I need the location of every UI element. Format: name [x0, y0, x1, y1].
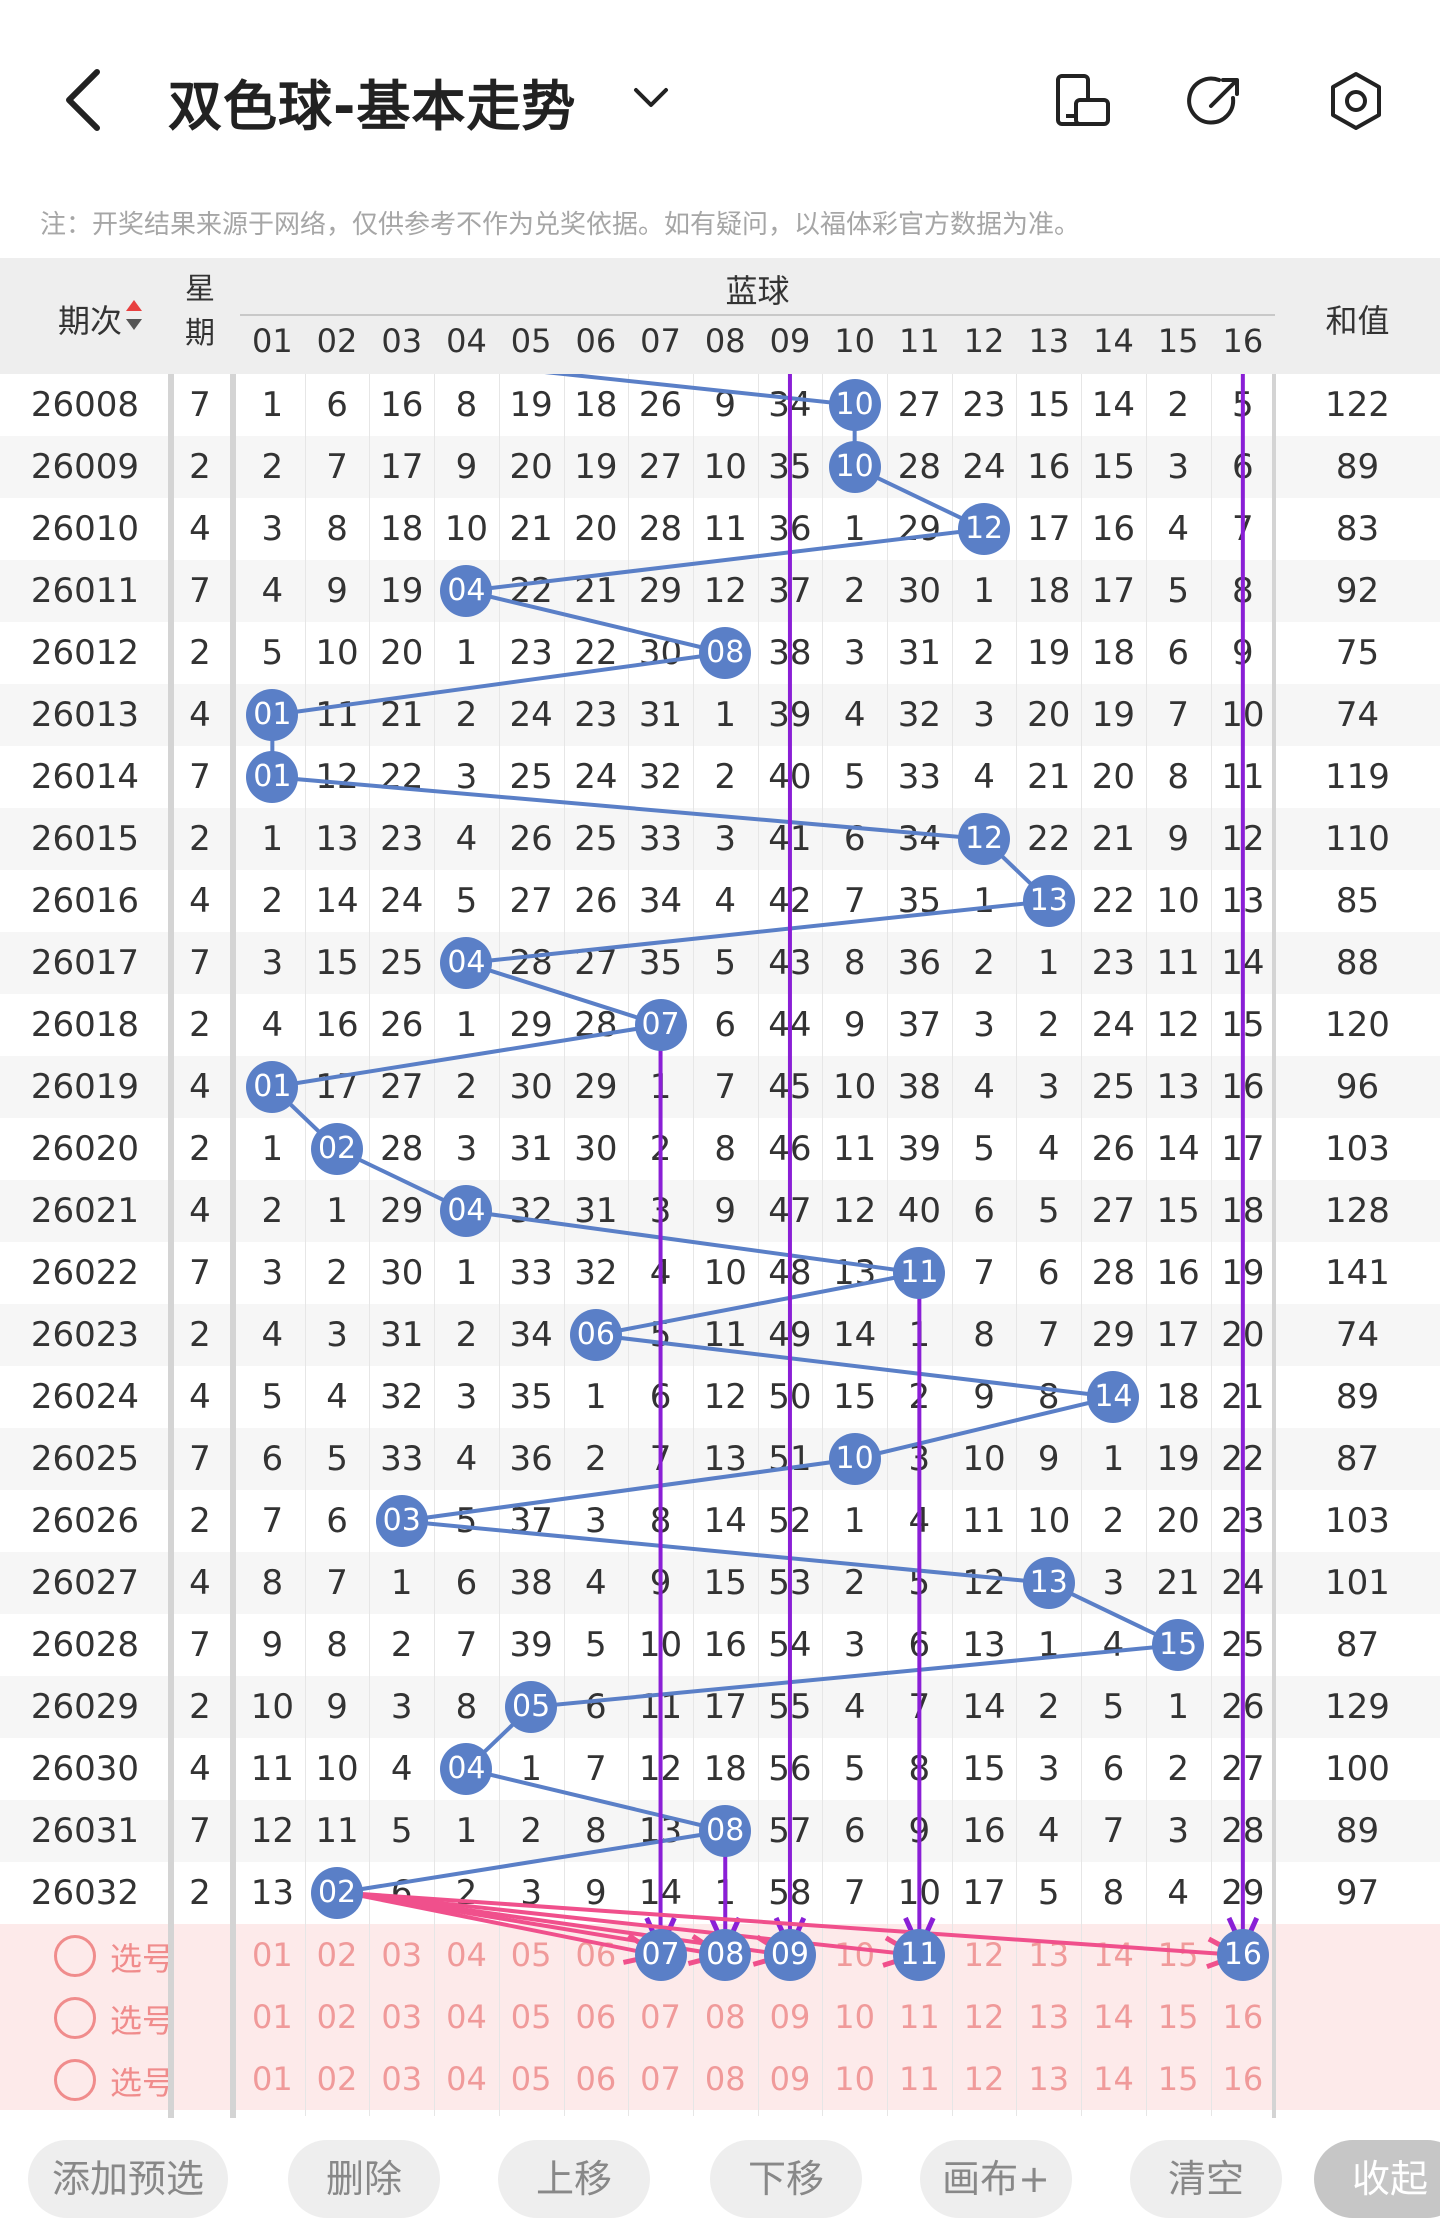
week-header: 星期 — [185, 272, 215, 351]
blue-ball: 02 — [311, 1123, 364, 1175]
canvas-plus-button[interactable]: 画布+ — [920, 2140, 1072, 2218]
column-header: 04 — [446, 322, 487, 360]
page-title[interactable]: 双色球-基本走势 — [168, 62, 576, 141]
column-header: 12 — [963, 322, 1005, 360]
sort-icon[interactable] — [124, 298, 144, 336]
column-header: 08 — [704, 322, 746, 360]
column-header: 06 — [575, 322, 617, 360]
delete-button[interactable]: 删除 — [288, 2140, 440, 2218]
trend-chart-table: 2600711272600871616819182693427231514251… — [0, 258, 1440, 2118]
blue-ball: 15 — [1152, 1619, 1205, 1671]
blue-ball: 01 — [246, 689, 299, 741]
trend-line — [268, 341, 1186, 1895]
column-header: 03 — [381, 322, 423, 360]
column-header: 13 — [1028, 322, 1070, 360]
selected-ball[interactable]: 08 — [699, 1929, 752, 1981]
move-up-button[interactable]: 上移 — [498, 2140, 650, 2218]
blue-ball: 13 — [1022, 1557, 1075, 1609]
phone-rotate-icon[interactable] — [1050, 68, 1116, 134]
back-icon[interactable] — [55, 60, 115, 140]
blue-ball: 12 — [958, 813, 1011, 865]
blue-ball: 10 — [828, 1433, 881, 1485]
selected-ball[interactable]: 07 — [634, 1929, 687, 1981]
pink-arrow — [346, 1891, 916, 1957]
move-down-button[interactable]: 下移 — [710, 2140, 862, 2218]
blue-ball: 05 — [505, 1681, 558, 1733]
settings-icon[interactable] — [1323, 68, 1389, 134]
blue-ball: 10 — [828, 379, 881, 431]
column-header: 15 — [1157, 322, 1199, 360]
blue-ball: 08 — [699, 627, 752, 679]
top-bar: 双色球-基本走势 — [0, 0, 1440, 200]
collapse-button[interactable]: 收起 — [1314, 2140, 1440, 2218]
column-header: 09 — [769, 322, 811, 360]
blue-ball: 10 — [828, 441, 881, 493]
blue-ball: 02 — [311, 1867, 364, 1919]
sum-header: 和值 — [1325, 302, 1390, 340]
selected-ball[interactable]: 09 — [763, 1929, 816, 1981]
column-header: 16 — [1222, 322, 1264, 360]
disclaimer-note: 注：开奖结果来源于网络，仅供参考不作为兑奖依据。如有疑问，以福体彩官方数据为准。 — [40, 210, 1081, 240]
blue-ball: 12 — [958, 503, 1011, 555]
selected-ball[interactable]: 11 — [893, 1929, 946, 1981]
column-header: 05 — [510, 322, 552, 360]
blue-ball-header: 蓝球 — [725, 272, 790, 310]
column-header: 07 — [640, 322, 681, 360]
chevron-down-icon[interactable] — [628, 78, 674, 118]
column-header: 11 — [898, 322, 940, 360]
blue-ball: 11 — [893, 1247, 946, 1299]
column-header: 01 — [251, 322, 293, 360]
clear-button[interactable]: 清空 — [1130, 2140, 1282, 2218]
blue-ball: 07 — [634, 999, 687, 1051]
column-header: 14 — [1093, 322, 1134, 360]
blue-ball: 01 — [246, 751, 299, 803]
header-divider — [240, 314, 1275, 316]
blue-ball: 08 — [699, 1805, 752, 1857]
bottom-toolbar: 添加预选 删除 上移 下移 画布+ 清空 收起 — [0, 2118, 1440, 2240]
blue-ball: 13 — [1022, 875, 1075, 927]
blue-ball: 06 — [569, 1309, 622, 1361]
blue-ball: 03 — [375, 1495, 428, 1547]
share-icon[interactable] — [1183, 68, 1249, 134]
add-preselect-button[interactable]: 添加预选 — [28, 2140, 228, 2218]
column-header: 10 — [834, 322, 875, 360]
blue-ball: 01 — [246, 1061, 299, 1113]
selected-ball[interactable]: 16 — [1216, 1929, 1269, 1981]
table-header: 期次 星期 蓝球 01 02 03 04 05 06 07 08 09 10 11 12 13 14 15 1… — [0, 258, 1440, 374]
column-header: 02 — [316, 322, 358, 360]
